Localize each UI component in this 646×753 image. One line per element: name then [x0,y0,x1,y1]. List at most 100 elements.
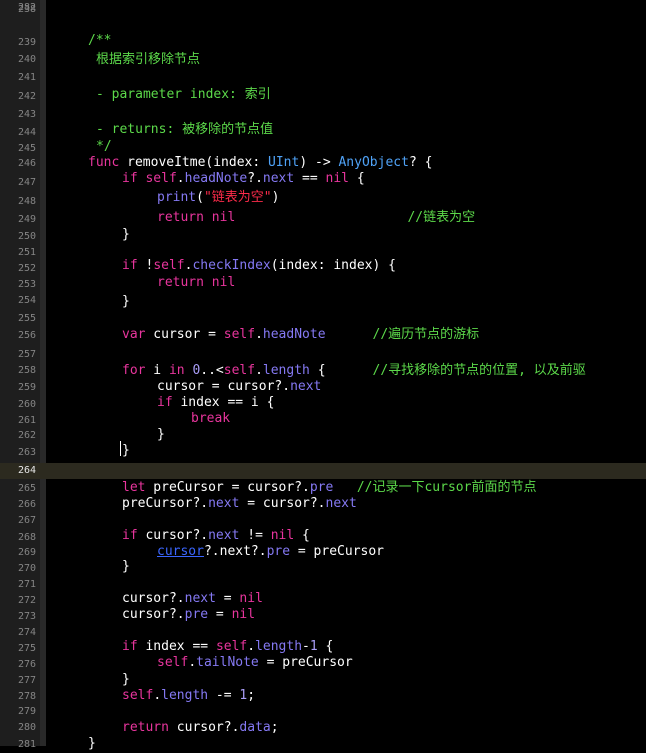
code-token: == [294,171,326,186]
line-number: 245 [17,143,36,154]
code-token: preCursor = cursor?. [145,480,310,495]
code-token: ! [137,258,154,273]
code-token: AnyObject [338,155,409,170]
code-line[interactable]: 282 [0,0,646,16]
code-token: next [262,171,295,186]
code-token: (index: index) { [270,258,396,273]
code-line[interactable]: 239 /** [0,33,646,51]
code-line[interactable]: 265 let preCursor = cursor?.pre //记录一下cur… [0,480,646,497]
code-token: length [262,363,310,378]
code-line[interactable]: 261 break [0,411,646,429]
code-token: if [122,171,138,186]
code-token: if [122,639,138,654]
code-token: ; [270,720,279,735]
code-line[interactable]: 278 self.length -= 1; [0,688,646,705]
code-line[interactable]: 270} [0,559,646,577]
code-token: if [122,258,138,273]
code-token: { [309,363,373,378]
code-token: nil [231,607,256,622]
code-token: //寻找移除的节点的位置, 以及前驱 [372,363,586,378]
code-line[interactable]: 267 [0,513,646,529]
code-line[interactable]: 262} [0,427,646,444]
code-token: //链表为空 [407,210,476,225]
code-token: //遍历节点的游标 [372,327,480,342]
line-number: 247 [17,177,36,188]
code-text: } [122,672,130,688]
code-line[interactable]: 264 [0,463,646,479]
code-text: func removeItme(index: UInt) -> AnyObjec… [88,155,432,171]
code-token: length [255,639,303,654]
symbol-link[interactable]: cursor [157,544,204,559]
code-line[interactable]: 266 preCursor?.next = cursor?.next [0,496,646,513]
line-number: 244 [17,127,36,138]
code-text: if !self.checkIndex(index: index) { [122,258,396,274]
line-number: 240 [17,54,36,65]
code-token: let [122,480,146,495]
code-token: self [223,327,256,342]
code-token: self [215,639,248,654]
code-token: for [122,363,146,378]
line-number: 263 [17,447,36,458]
code-token: { [349,171,365,186]
code-line[interactable]: 257 [0,347,646,363]
code-text: } [122,294,130,310]
line-number: 270 [17,563,36,574]
code-line[interactable]: 248 print("链表为空") [0,190,646,210]
code-token: } [122,443,130,458]
code-line[interactable]: 254} [0,293,646,309]
code-line[interactable]: 271 [0,577,646,593]
code-token: nil [239,591,263,606]
code-token: ?. [247,171,263,186]
code-line[interactable]: 273 cursor?.pre = nil [0,607,646,625]
code-token: = preCursor [258,655,353,670]
code-token: 1 [309,639,318,654]
code-line[interactable]: 252 if !self.checkIndex(index: index) { [0,258,646,277]
code-text: } [88,736,96,752]
code-line[interactable]: 277} [0,672,646,689]
code-text: if self.headNote?.next == nil { [122,171,365,187]
code-line[interactable]: 276 self.tailNote = preCursor [0,655,646,673]
code-line[interactable]: 263} [0,443,646,461]
code-line[interactable]: 279 [0,704,646,720]
code-line[interactable]: 255 [0,311,646,327]
line-number: 276 [17,659,36,670]
code-token: ) [271,190,280,205]
code-line[interactable]: 243 [0,107,646,123]
code-line[interactable]: 281} [0,736,646,753]
code-line[interactable]: 259 cursor = cursor?.next [0,379,646,396]
code-token: . [255,363,263,378]
code-token: cursor?. [137,528,209,543]
code-token: var [122,327,146,342]
line-number: 241 [17,72,36,83]
line-number: 266 [17,499,36,510]
text-cursor [120,441,121,456]
code-token: . [247,639,256,654]
code-line[interactable]: 250} [0,227,646,245]
line-number: 280 [17,722,36,733]
code-line[interactable]: 258 for i in 0..<self.length { //寻找移除的节点的… [0,363,646,379]
code-line[interactable]: 280 return cursor?.data; [0,720,646,736]
code-line[interactable]: 240 根据索引移除节点 [0,52,646,68]
code-line[interactable]: 260 if index == i { [0,395,646,413]
code-line[interactable]: 272 cursor?.next = nil [0,591,646,609]
code-editor[interactable]: 238 239/** 240 根据索引移除节点 241 242- parameter in… [0,0,646,751]
line-number: 256 [17,330,36,341]
code-line[interactable]: 253 return nil [0,275,646,293]
code-line[interactable]: 246 func removeItme(index: UInt) -> AnyOb… [0,155,646,172]
code-line[interactable]: 247 if self.headNote?.next == nil { [0,171,646,191]
code-line[interactable]: 249 return nil //链表为空 [0,210,646,228]
code-token: nil [211,210,236,225]
code-token: return [122,720,169,735]
code-line[interactable]: 269 cursor?.next?.pre = preCursor [0,544,646,561]
code-token: } [122,672,130,687]
code-line[interactable]: 242 - parameter index: 索引 [0,87,646,105]
line-number: 272 [17,595,36,606]
code-token: nil [211,275,236,290]
code-line[interactable]: 256 var cursor = self.headNote //遍历节点的游标 [0,327,646,344]
code-line[interactable]: 241 [0,70,646,86]
line-number: 259 [17,382,36,393]
